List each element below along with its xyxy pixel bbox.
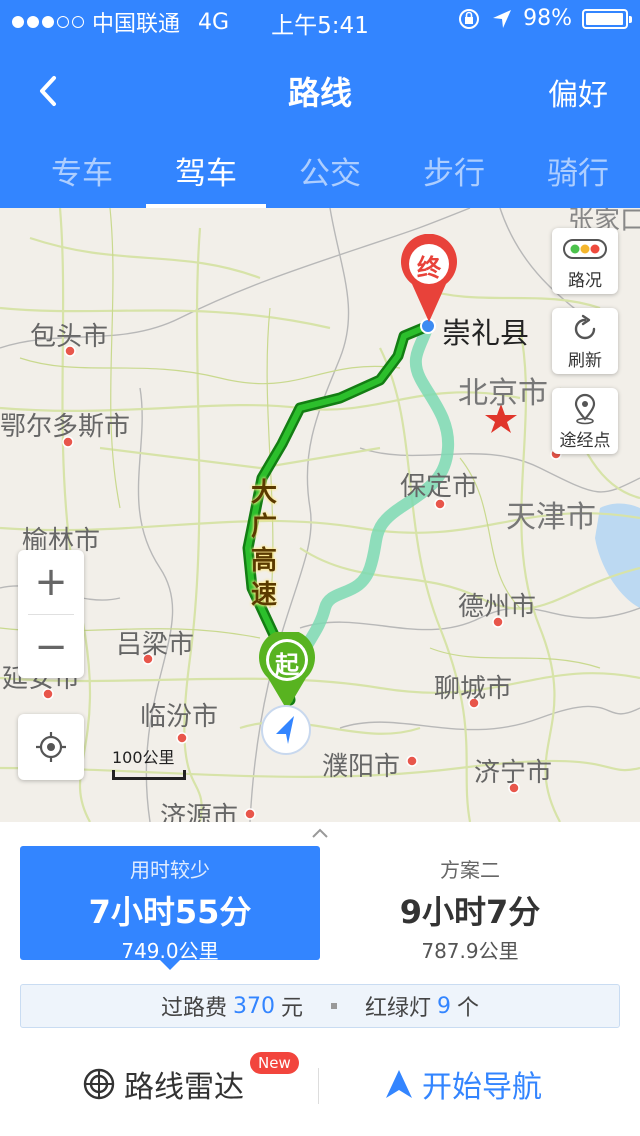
traffic-button[interactable]: 路况 bbox=[552, 228, 618, 294]
battery-icon bbox=[582, 8, 632, 29]
city-label: 吕梁市 bbox=[116, 630, 195, 660]
traffic-light-icon bbox=[563, 239, 607, 259]
refresh-label: 刷新 bbox=[568, 351, 602, 371]
page-title: 路线 bbox=[287, 74, 352, 112]
traffic-lights-unit: 个 bbox=[457, 996, 480, 1021]
tab-transit[interactable]: 公交 bbox=[268, 138, 392, 208]
city-label: 北京市 bbox=[458, 376, 548, 411]
city-label: 德州市 bbox=[458, 592, 537, 622]
rotation-lock-icon bbox=[459, 8, 480, 29]
waypoint-label: 途经点 bbox=[559, 431, 611, 451]
chevron-up-icon[interactable] bbox=[310, 826, 330, 840]
status-bar: 中国联通 4G 上午5:41 98% bbox=[0, 0, 640, 40]
route-plan-2[interactable]: 方案二 9小时7分 787.9公里 bbox=[320, 846, 620, 963]
route-radar-button[interactable]: 路线雷达 bbox=[82, 1062, 244, 1106]
city-label: 鄂尔多斯市 bbox=[0, 412, 131, 442]
plan-distance: 787.9公里 bbox=[421, 939, 519, 963]
city-label: 聊城市 bbox=[434, 674, 513, 704]
end-marker-label: 终 bbox=[417, 254, 441, 282]
toll-value: 370 bbox=[232, 993, 275, 1019]
waypoint-button[interactable]: 途经点 bbox=[552, 388, 618, 454]
plan-tag: 用时较少 bbox=[130, 858, 210, 882]
map-scale: 100公里 bbox=[112, 744, 186, 780]
preference-button[interactable]: 偏好 bbox=[548, 70, 608, 114]
tab-walking[interactable]: 步行 bbox=[392, 138, 516, 208]
location-arrow-icon bbox=[493, 9, 512, 28]
city-label: 济源市 bbox=[160, 802, 239, 822]
route-plan-1[interactable]: 用时较少 7小时55分 749.0公里 bbox=[20, 846, 320, 970]
city-label: 濮阳市 bbox=[322, 752, 401, 782]
route-panel: 用时较少 7小时55分 749.0公里 方案二 9小时7分 787.9公里 过路… bbox=[0, 822, 640, 1136]
plan-tag: 方案二 bbox=[440, 858, 500, 882]
action-divider bbox=[318, 1068, 319, 1104]
traffic-lights-label: 红绿灯 bbox=[365, 996, 432, 1021]
new-badge: New bbox=[250, 1052, 299, 1074]
header: 中国联通 4G 上午5:41 98% 路线 偏好 专车 驾车 公交 步行 骑行 bbox=[0, 0, 640, 208]
scale-label: 100公里 bbox=[112, 748, 175, 767]
tab-ride-hailing[interactable]: 专车 bbox=[20, 138, 144, 208]
zoom-controls: + − bbox=[18, 550, 84, 678]
current-location-icon bbox=[261, 705, 311, 755]
zoom-in-button[interactable]: + bbox=[18, 550, 84, 614]
plan-distance: 749.0公里 bbox=[121, 939, 219, 963]
route-info-bar: 过路费 370 元 红绿灯 9 个 bbox=[20, 984, 620, 1028]
plan-time: 9小时7分 bbox=[399, 893, 541, 931]
plan-time: 7小时55分 bbox=[88, 893, 252, 931]
radar-icon bbox=[83, 1068, 115, 1100]
locate-button[interactable] bbox=[18, 714, 84, 780]
info-separator bbox=[331, 1003, 337, 1009]
start-marker[interactable]: 起 bbox=[256, 629, 318, 712]
start-marker-label: 起 bbox=[275, 651, 299, 679]
waypoint-pin-icon bbox=[574, 393, 596, 425]
city-label: 包头市 bbox=[30, 322, 109, 352]
traffic-label: 路况 bbox=[568, 271, 602, 291]
locate-crosshair-icon bbox=[36, 732, 66, 762]
start-navigation-label: 开始导航 bbox=[422, 1070, 542, 1105]
scale-bar bbox=[112, 770, 186, 780]
zoom-out-button[interactable]: − bbox=[18, 615, 84, 679]
refresh-button[interactable]: 刷新 bbox=[552, 308, 618, 374]
bottom-actions: 路线雷达 New 开始导航 bbox=[0, 1042, 640, 1136]
highway-label: 大广高速 bbox=[250, 478, 277, 610]
city-label: 天津市 bbox=[506, 500, 596, 535]
nav-bar: 路线 偏好 bbox=[0, 40, 640, 138]
city-label: 临汾市 bbox=[140, 702, 219, 732]
refresh-icon bbox=[574, 314, 596, 340]
navigation-arrow-icon bbox=[386, 1070, 412, 1098]
battery-percent: 98% bbox=[523, 6, 572, 31]
city-label: 济宁市 bbox=[474, 758, 553, 788]
start-navigation-button[interactable]: 开始导航 bbox=[384, 1062, 542, 1106]
city-label: 保定市 bbox=[400, 472, 479, 502]
toll-unit: 元 bbox=[280, 996, 303, 1021]
transport-tabs: 专车 驾车 公交 步行 骑行 bbox=[0, 138, 640, 208]
tab-cycling[interactable]: 骑行 bbox=[516, 138, 640, 208]
radar-label: 路线雷达 bbox=[124, 1070, 244, 1105]
end-marker[interactable]: 终 bbox=[398, 233, 460, 324]
tab-driving[interactable]: 驾车 bbox=[144, 138, 268, 208]
traffic-lights-value: 9 bbox=[437, 993, 452, 1019]
map-view[interactable]: 大广高速 包头市 鄂尔多斯市 榆林市 吕梁市 延安市 临汾市 济源市 北京市 天… bbox=[0, 208, 640, 822]
toll-label: 过路费 bbox=[160, 996, 227, 1021]
